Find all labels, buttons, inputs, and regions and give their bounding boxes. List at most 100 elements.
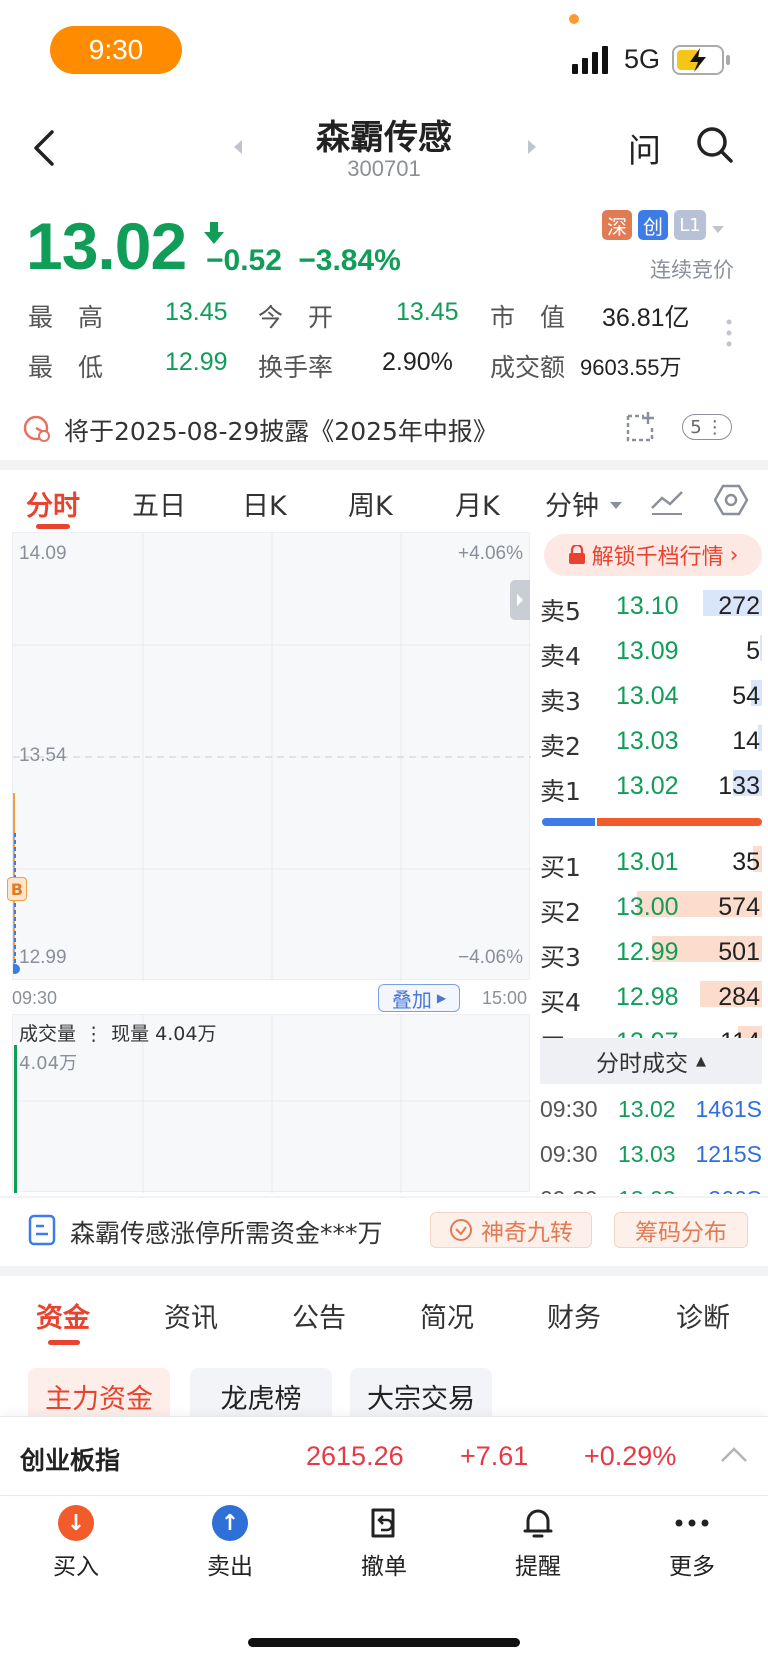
tab-news[interactable]: 资讯 bbox=[164, 1296, 218, 1335]
tab-weekly-k[interactable]: 周K bbox=[348, 484, 393, 523]
unlock-label: 解锁千档行情 bbox=[591, 545, 724, 570]
add-note-icon[interactable] bbox=[624, 410, 658, 448]
tab-profile[interactable]: 简况 bbox=[420, 1296, 474, 1335]
orderbook-level: 买4 bbox=[540, 988, 581, 1017]
tab-diagnosis[interactable]: 诊断 bbox=[676, 1296, 730, 1335]
more-dots-icon bbox=[674, 1505, 710, 1541]
orderbook-row[interactable]: 卖2 13.03 14 bbox=[540, 719, 762, 763]
buy-icon: ↓ bbox=[58, 1505, 94, 1541]
tick-qty: 1215S bbox=[695, 1141, 762, 1167]
sell-icon: ↑ bbox=[212, 1505, 248, 1541]
orderbook-level: 买3 bbox=[540, 943, 581, 972]
orderbook-row[interactable]: 买1 13.01 35 bbox=[540, 840, 762, 884]
nav-buy-label: 买入 bbox=[53, 1554, 99, 1580]
trading-mode: 连续竞价 bbox=[650, 258, 734, 282]
orderbook-row[interactable]: 卖1 13.02 133 bbox=[540, 764, 762, 808]
bid-ask-ratio-bar bbox=[542, 818, 762, 826]
nav-more[interactable]: 更多 bbox=[642, 1505, 742, 1581]
promo-text[interactable]: 森霸传感涨停所需资金***万 bbox=[70, 1214, 383, 1250]
stat-label: 最 高 bbox=[28, 303, 104, 332]
orderbook-level: 卖3 bbox=[540, 687, 581, 716]
tab-financials[interactable]: 财务 bbox=[547, 1296, 601, 1335]
chart-expand-handle[interactable] bbox=[510, 580, 530, 620]
orderbook-row[interactable]: 买4 12.98 284 bbox=[540, 975, 762, 1019]
tab-5day[interactable]: 五日 bbox=[132, 484, 186, 523]
market-badge-gem: 创 bbox=[638, 210, 668, 240]
next-stock-icon[interactable] bbox=[526, 138, 538, 160]
lock-icon bbox=[568, 545, 585, 564]
unlock-level2-button[interactable]: 解锁千档行情 › bbox=[544, 534, 762, 576]
nav-cancel-order[interactable]: 撤单 bbox=[334, 1505, 434, 1581]
intraday-chart[interactable]: 14.09 13.54 12.99 +4.06% −4.06% B bbox=[7, 532, 531, 981]
orderbook-qty: 501 bbox=[718, 938, 760, 966]
bell-icon bbox=[520, 1505, 556, 1541]
volume-dots-icon: ⋮ bbox=[84, 1023, 104, 1045]
overlay-button[interactable]: 叠加 ▶ bbox=[378, 984, 460, 1012]
status-time: 9:30 bbox=[50, 26, 182, 74]
tab-daily-k[interactable]: 日K bbox=[242, 484, 287, 523]
expand-up-icon[interactable] bbox=[720, 1445, 748, 1467]
orderbook-level: 卖1 bbox=[540, 777, 581, 806]
nav-sell[interactable]: ↑ 卖出 bbox=[180, 1505, 280, 1581]
index-value: 2615.26 bbox=[306, 1441, 404, 1471]
orderbook-level: 卖5 bbox=[540, 597, 581, 626]
orderbook-row[interactable]: 卖5 13.10 272 bbox=[540, 584, 762, 628]
orderbook-row[interactable]: 买3 12.99 501 bbox=[540, 930, 762, 974]
nav-buy[interactable]: ↓ 买入 bbox=[26, 1505, 126, 1581]
ask-button[interactable]: 问 bbox=[628, 124, 661, 172]
overlay-label: 叠加 bbox=[391, 987, 432, 1012]
tab-funds[interactable]: 资金 bbox=[36, 1296, 90, 1335]
tick-qty: 1461S bbox=[695, 1096, 762, 1122]
notice-count: 5 bbox=[690, 416, 702, 438]
level-dropdown-icon[interactable] bbox=[711, 220, 725, 239]
orderbook-price: 13.02 bbox=[616, 772, 679, 800]
indicator-settings-icon[interactable] bbox=[650, 486, 684, 520]
stat-value: 36.81亿 bbox=[602, 304, 690, 332]
current-price: 13.02 bbox=[26, 209, 187, 283]
nav-cancel-label: 撤单 bbox=[361, 1554, 407, 1580]
tab-announcements[interactable]: 公告 bbox=[292, 1296, 346, 1335]
stat-label: 市 值 bbox=[490, 303, 566, 332]
orderbook-qty: 35 bbox=[732, 848, 760, 876]
stat-value: 13.45 bbox=[396, 298, 459, 326]
tab-intraday[interactable]: 分时 bbox=[26, 484, 80, 523]
orderbook-qty: 5 bbox=[746, 637, 760, 665]
orderbook-row[interactable]: 卖4 13.09 5 bbox=[540, 629, 762, 673]
indicator-dot bbox=[569, 14, 579, 24]
orderbook-level: 买2 bbox=[540, 898, 581, 927]
tick-row: 09:30 13.03 1215S bbox=[540, 1135, 762, 1175]
tab-monthly-k[interactable]: 月K bbox=[455, 484, 500, 523]
tab-minute[interactable]: 分钟 bbox=[545, 484, 599, 523]
stat-label: 最 低 bbox=[28, 353, 104, 382]
chart-settings-icon[interactable] bbox=[713, 484, 749, 520]
orderbook-row[interactable]: 买2 13.00 574 bbox=[540, 885, 762, 929]
index-bar[interactable]: 创业板指 2615.26 +7.61 +0.29% bbox=[0, 1416, 768, 1496]
volume-chart[interactable]: 成交量 ⋮ 现量 4.04万 4.04万 bbox=[12, 1014, 531, 1193]
buy-marker[interactable]: B bbox=[7, 877, 27, 901]
change-value: −0.52 bbox=[206, 244, 282, 277]
orderbook-price: 12.98 bbox=[616, 983, 679, 1011]
time-axis-end: 15:00 bbox=[482, 988, 528, 1008]
tick-time: 09:30 bbox=[540, 1141, 598, 1167]
orderbook-qty: 133 bbox=[718, 772, 760, 800]
chip-distribution-button[interactable]: 筹码分布 bbox=[614, 1212, 748, 1248]
ticks-header[interactable]: 分时成交 ▲ bbox=[540, 1038, 762, 1084]
volume-label: 成交量 bbox=[19, 1023, 77, 1045]
volume-axis: 4.04万 bbox=[19, 1053, 78, 1074]
tick-qty: 266S bbox=[708, 1186, 762, 1194]
level-badge[interactable]: L1 bbox=[674, 210, 706, 240]
nav-alert[interactable]: 提醒 bbox=[488, 1505, 588, 1581]
overlay-arrow-icon: ▶ bbox=[436, 991, 447, 1005]
notice-count-badge[interactable]: 5 ⋮ bbox=[682, 414, 732, 440]
more-stats-icon[interactable] bbox=[726, 318, 732, 352]
nav-alert-label: 提醒 bbox=[515, 1554, 561, 1580]
orderbook-row[interactable]: 卖3 13.04 54 bbox=[540, 674, 762, 718]
nine-turn-button[interactable]: 神奇九转 bbox=[430, 1212, 592, 1248]
notice-text[interactable]: 将于2025-08-29披露《2025年中报》 bbox=[64, 412, 498, 448]
minute-dropdown-icon[interactable] bbox=[609, 496, 623, 515]
ticks-list[interactable]: 09:30 13.02 1461S 09:30 13.03 1215S 09:30 13.02… bbox=[540, 1090, 762, 1194]
section-tab-underline bbox=[48, 1340, 80, 1345]
pct-axis-top: +4.06% bbox=[458, 543, 523, 564]
orderbook-price: 13.09 bbox=[616, 637, 679, 665]
search-icon[interactable] bbox=[696, 126, 734, 168]
